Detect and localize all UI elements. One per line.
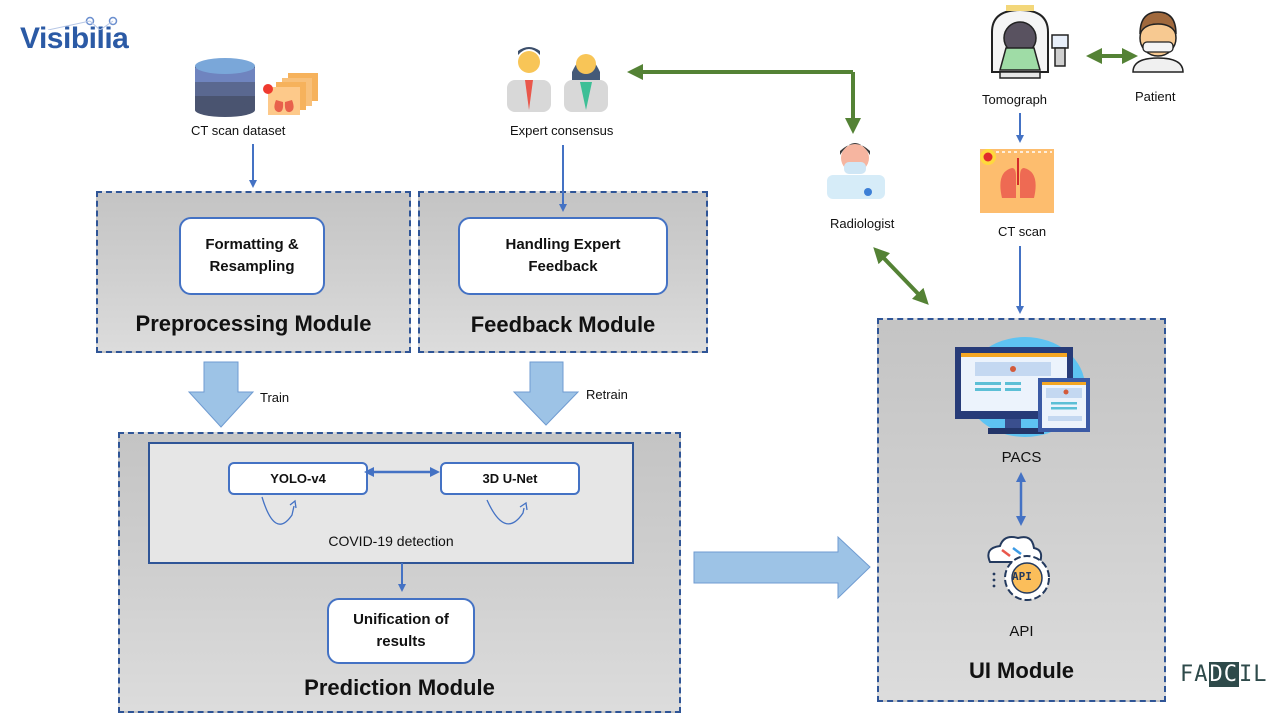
patient-label: Patient [1135, 89, 1176, 104]
handling-expert-feedback-step: Handling Expert Feedback [458, 217, 668, 295]
patient-icon [1132, 11, 1184, 73]
covid-detection-label: COVID-19 detection [328, 533, 454, 549]
prediction-to-ui-block-arrow [693, 535, 871, 600]
ct-scanner-icon [991, 5, 1069, 79]
radiologist-ui-arrow [873, 247, 929, 305]
prediction-module-title: Prediction Module [304, 675, 495, 700]
ui-module-title: UI Module [968, 658, 1075, 683]
ct-dataset-label: CT scan dataset [191, 123, 286, 138]
fadcil-highlight: DC [1208, 662, 1239, 687]
api-label: API [1009, 623, 1034, 640]
retrain-block-arrow [512, 361, 580, 426]
logo-dots-icon [47, 16, 118, 30]
ui-module: PACS API UI Module [877, 318, 1166, 702]
formatting-resampling-step: Formatting & Resampling [179, 217, 325, 295]
ct-scan-label: CT scan [998, 224, 1047, 239]
prediction-module: YOLO-v4 3D U-Net COVID-19 detection Unif… [118, 432, 681, 713]
lung-scan-icon [980, 149, 1054, 213]
ct-stack-icon [263, 73, 318, 115]
train-block-arrow [187, 361, 255, 428]
pacs-label: PACS [1001, 449, 1042, 466]
database-icon [195, 58, 255, 117]
radiologist-icon [827, 143, 885, 199]
covid-detection-box: YOLO-v4 3D U-Net COVID-19 detection [148, 442, 634, 564]
fadcil-suffix: IL [1239, 662, 1268, 687]
unification-of-results-step: Unification of results [327, 598, 475, 664]
doctors-icon [507, 47, 608, 112]
train-label: Train [260, 390, 290, 405]
feedback-module: Handling Expert Feedback Feedback Module [418, 191, 708, 353]
retrain-label: Retrain [586, 387, 628, 402]
preprocessing-module: Formatting & Resampling Preprocessing Mo… [96, 191, 411, 353]
fadcil-prefix: FA [1180, 662, 1209, 687]
feedback-module-title: Feedback Module [470, 312, 656, 337]
fadcil-logo: FADCIL [1180, 662, 1268, 687]
expert-consensus-label: Expert consensus [510, 123, 614, 138]
api-badge-text: API [1012, 570, 1032, 583]
radiologist-label: Radiologist [830, 216, 895, 231]
visibilia-logo: Visibilia [20, 16, 129, 56]
yolo-v4-model: YOLO-v4 [228, 462, 368, 495]
preprocessing-module-title: Preprocessing Module [135, 311, 372, 336]
unet-3d-model: 3D U-Net [440, 462, 580, 495]
tomograph-label: Tomograph [982, 92, 1048, 107]
